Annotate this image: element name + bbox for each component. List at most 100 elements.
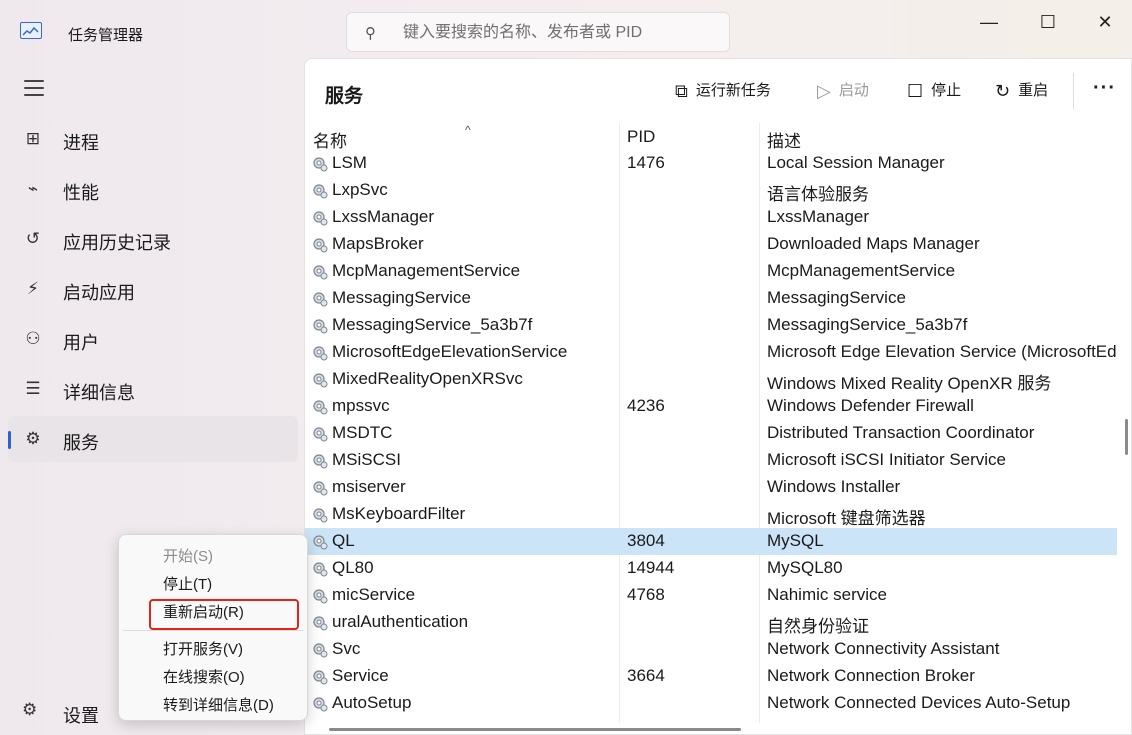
sidebar-item-label: 应用历史记录 — [63, 233, 171, 253]
maximize-button[interactable]: ☐ — [1025, 6, 1071, 38]
sidebar-item-startup[interactable]: ⚡ 启动应用 — [8, 266, 298, 312]
table-row[interactable]: McpManagementService McpManagementService — [305, 258, 1117, 285]
task-manager-app-icon — [20, 22, 42, 39]
sidebar-item-users[interactable]: ⚇ 用户 — [8, 316, 298, 362]
service-name: uralAuthentication — [332, 612, 469, 631]
table-row[interactable]: uralAuthentication 自然身份验证 — [305, 609, 1117, 636]
service-icon — [311, 209, 329, 227]
column-header-pid[interactable]: PID — [627, 127, 655, 147]
table-row[interactable]: AutoSetup Network Connected Devices Auto-… — [305, 690, 1117, 717]
service-description: Downloaded Maps Manager — [767, 234, 980, 253]
context-menu-item[interactable]: 在线搜索(O) — [163, 666, 245, 687]
table-row[interactable]: QL80 14944 MySQL80 — [305, 555, 1117, 582]
service-name: LSM — [332, 153, 367, 172]
sidebar-item-performance[interactable]: ⌁ 性能 — [8, 166, 298, 212]
more-options-icon[interactable]: ··· — [1093, 77, 1116, 100]
new-task-icon: ⧉ — [675, 81, 688, 102]
table-row[interactable]: Service 3664 Network Connection Broker — [305, 663, 1117, 690]
service-name: MSiSCSI — [332, 450, 401, 469]
service-description: 语言体验服务 — [767, 185, 869, 204]
table-row[interactable]: MSDTC Distributed Transaction Coordinator — [305, 420, 1117, 447]
start-label: 启动 — [838, 82, 869, 99]
column-header-label: 名称 — [313, 132, 347, 151]
service-description: MessagingService — [767, 288, 906, 307]
run-new-task-button[interactable]: ⧉ 运行新任务 — [675, 77, 771, 105]
hamburger-menu-icon[interactable] — [24, 80, 44, 98]
service-name: Service — [332, 666, 389, 685]
service-description: Nahimic service — [767, 585, 887, 604]
vertical-scrollbar[interactable] — [1125, 419, 1128, 455]
stop-service-button[interactable]: ☐ 停止 — [907, 77, 961, 105]
sidebar-item-history[interactable]: ↺ 应用历史记录 — [8, 216, 298, 262]
sidebar-item-processes[interactable]: ⊞ 进程 — [8, 116, 298, 162]
restart-label: 重启 — [1018, 82, 1049, 99]
service-pid: 14944 — [627, 558, 675, 577]
table-row[interactable]: MsKeyboardFilter Microsoft 键盘筛选器 — [305, 501, 1117, 528]
context-menu-item[interactable]: 开始(S) — [163, 545, 213, 566]
service-description: Microsoft 键盘筛选器 — [767, 509, 926, 528]
sidebar-item-settings[interactable]: ⚙ 设置 — [8, 690, 116, 734]
sidebar-item-details[interactable]: ☰ 详细信息 — [8, 366, 298, 412]
play-icon: ▷ — [817, 81, 831, 102]
service-description: McpManagementService — [767, 261, 956, 280]
restart-service-button[interactable]: ↻ 重启 — [995, 77, 1048, 105]
table-row[interactable]: LxssManager LxssManager — [305, 204, 1117, 231]
startup-icon: ⚡ — [27, 279, 39, 298]
service-name: micService — [332, 585, 416, 604]
service-icon — [311, 506, 329, 524]
table-row[interactable]: MixedRealityOpenXRSvc Windows Mixed Reali… — [305, 366, 1117, 393]
table-row[interactable]: QL 3804 MySQL — [305, 528, 1117, 555]
highlight-annotation-box — [149, 599, 299, 630]
service-icon — [311, 452, 329, 470]
context-menu-item[interactable]: 转到详细信息(D) — [163, 694, 274, 715]
context-menu-item[interactable]: 停止(T) — [163, 573, 212, 594]
close-button[interactable]: ✕ — [1082, 6, 1128, 38]
page-title: 服务 — [325, 86, 364, 107]
service-description: MessagingService_5a3b7f — [767, 315, 968, 334]
services-icon: ⚙ — [25, 429, 41, 448]
service-description: Microsoft iSCSI Initiator Service — [767, 450, 1007, 469]
search-box[interactable]: ⚲ — [346, 12, 730, 52]
table-row[interactable]: MessagingService_5a3b7f MessagingService_… — [305, 312, 1117, 339]
table-row[interactable]: MessagingService MessagingService — [305, 285, 1117, 312]
service-icon — [311, 236, 329, 254]
sidebar-item-label: 设置 — [63, 706, 99, 726]
app-title: 任务管理器 — [68, 27, 144, 44]
service-icon — [311, 587, 329, 605]
search-input[interactable] — [403, 21, 713, 45]
service-description: Microsoft Edge Elevation Service (Micros… — [767, 342, 1117, 361]
sidebar-item-services[interactable]: ⚙ 服务 — [8, 416, 298, 462]
table-row[interactable]: LSM 1476 Local Session Manager — [305, 150, 1117, 177]
service-description: Distributed Transaction Coordinator — [767, 423, 1035, 442]
minimize-button[interactable]: — — [966, 6, 1012, 38]
table-row[interactable]: msiserver Windows Installer — [305, 474, 1117, 501]
service-pid: 4768 — [627, 585, 665, 604]
search-icon: ⚲ — [365, 25, 376, 42]
table-row[interactable]: MicrosoftEdgeElevationService Microsoft E… — [305, 339, 1117, 366]
service-description: Network Connectivity Assistant — [767, 639, 1000, 658]
table-row[interactable]: mpssvc 4236 Windows Defender Firewall — [305, 393, 1117, 420]
service-icon — [311, 533, 329, 551]
column-header-description[interactable]: 描述 — [767, 127, 801, 152]
context-menu-item[interactable]: 打开服务(V) — [163, 638, 243, 659]
table-row[interactable]: LxpSvc 语言体验服务 — [305, 177, 1117, 204]
column-header-name[interactable]: 名称 ^ — [313, 123, 471, 152]
horizontal-scrollbar[interactable] — [329, 728, 741, 731]
service-icon — [311, 290, 329, 308]
sidebar-item-label: 启动应用 — [63, 283, 135, 303]
service-icon — [311, 182, 329, 200]
service-icon — [311, 425, 329, 443]
table-row[interactable]: MSiSCSI Microsoft iSCSI Initiator Service — [305, 447, 1117, 474]
service-icon — [311, 479, 329, 497]
start-service-button[interactable]: ▷ 启动 — [817, 77, 869, 105]
service-icon — [311, 263, 329, 281]
table-row[interactable]: MapsBroker Downloaded Maps Manager — [305, 231, 1117, 258]
service-name: McpManagementService — [332, 261, 521, 280]
service-name: MessagingService — [332, 288, 471, 307]
table-row[interactable]: Svc Network Connectivity Assistant — [305, 636, 1117, 663]
services-panel: 服务 ⧉ 运行新任务 ▷ 启动 ☐ 停止 ↻ 重启 ··· 名称 ^ PID 描述 LS… — [304, 58, 1132, 735]
service-name: QL80 — [332, 558, 374, 577]
service-name: QL — [332, 531, 355, 550]
table-row[interactable]: micService 4768 Nahimic service — [305, 582, 1117, 609]
gear-icon: ⚙ — [22, 700, 38, 719]
